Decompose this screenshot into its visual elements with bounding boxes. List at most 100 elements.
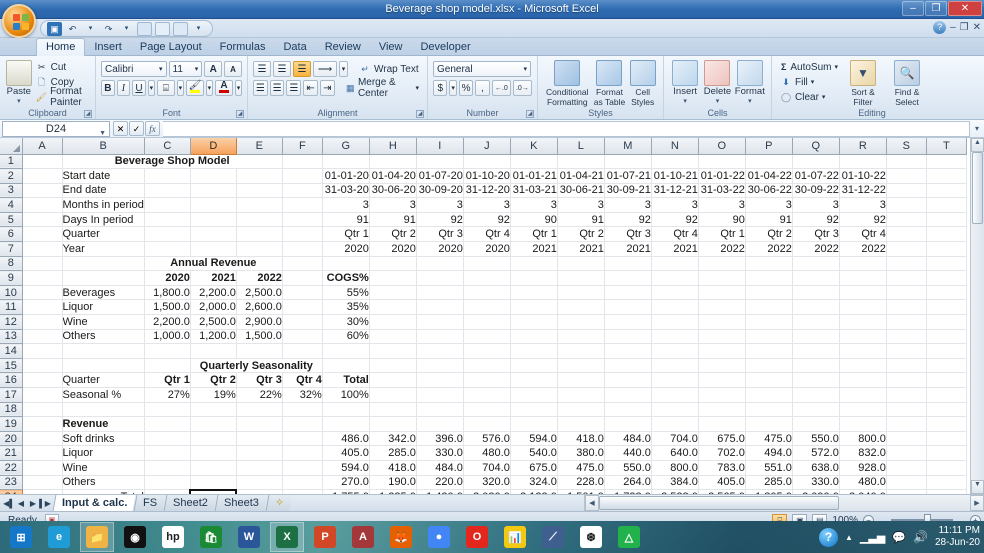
cell-I5[interactable]: 92 (416, 212, 463, 227)
cell-L18[interactable] (557, 402, 604, 417)
cell-F7[interactable] (282, 242, 322, 257)
cell-T23[interactable] (926, 475, 966, 490)
cell-T2[interactable] (926, 169, 966, 184)
cell-J13[interactable] (463, 329, 510, 344)
cell-I4[interactable]: 3 (416, 198, 463, 213)
cell-R17[interactable] (839, 388, 886, 403)
undo-dropdown-icon[interactable]: ▾ (83, 22, 98, 36)
font-dialog-launcher[interactable]: ◢ (236, 110, 244, 118)
cell-B2[interactable]: Start date (62, 169, 144, 184)
wrap-text-button[interactable]: ↵ Wrap Text (356, 62, 422, 76)
cell-L22[interactable]: 475.0 (557, 460, 604, 475)
cell-D14[interactable] (190, 344, 236, 359)
decrease-decimal-icon[interactable]: .0→ (513, 80, 532, 96)
cell-B20[interactable]: Soft drinks (62, 431, 144, 446)
cell-N8[interactable] (651, 256, 698, 271)
expand-formula-bar-icon[interactable]: ▾ (970, 124, 984, 133)
cell-K22[interactable]: 675.0 (510, 460, 557, 475)
cell-R18[interactable] (839, 402, 886, 417)
cell-H18[interactable] (369, 402, 416, 417)
column-header-i[interactable]: I (416, 138, 463, 154)
enter-formula-icon[interactable]: ✓ (129, 121, 144, 136)
taskbar-item-power-bi[interactable]: 📊 (498, 522, 532, 552)
cell-D13[interactable]: 1,200.0 (190, 329, 236, 344)
cell-F9[interactable] (282, 271, 322, 286)
cell-L1[interactable] (557, 154, 604, 169)
insert-cells-button[interactable]: Insert ▾ (669, 58, 701, 105)
cell-K16[interactable] (510, 373, 557, 388)
cell-J16[interactable] (463, 373, 510, 388)
cell-L15[interactable] (557, 358, 604, 373)
cell-M5[interactable]: 92 (604, 212, 651, 227)
cell-H3[interactable]: 30-06-20 (369, 183, 416, 198)
cell-F1[interactable] (282, 154, 322, 169)
horizontal-scrollbar[interactable]: ◀ ▶ (584, 495, 984, 511)
cell-M16[interactable] (604, 373, 651, 388)
cell-H2[interactable]: 01-04-20 (369, 169, 416, 184)
cell-E6[interactable] (236, 227, 282, 242)
ribbon-tab-page-layout[interactable]: Page Layout (131, 39, 211, 57)
cell-A12[interactable] (22, 315, 62, 330)
cell-I11[interactable] (416, 300, 463, 315)
cell-L8[interactable] (557, 256, 604, 271)
cell-L23[interactable]: 228.0 (557, 475, 604, 490)
cell-L14[interactable] (557, 344, 604, 359)
row-header-22[interactable]: 22 (0, 460, 22, 475)
cell-D18[interactable] (190, 402, 236, 417)
align-center-icon[interactable]: ☰ (270, 80, 285, 96)
bold-button[interactable]: B (101, 80, 115, 96)
cell-J6[interactable]: Qtr 4 (463, 227, 510, 242)
cell-H21[interactable]: 285.0 (369, 446, 416, 461)
cell-G20[interactable]: 486.0 (322, 431, 369, 446)
cell-T22[interactable] (926, 460, 966, 475)
cell-Q22[interactable]: 638.0 (792, 460, 839, 475)
cell-F3[interactable] (282, 183, 322, 198)
cell-O19[interactable] (698, 417, 745, 432)
cell-H4[interactable]: 3 (369, 198, 416, 213)
taskbar-item-stata[interactable]: ⟋ (536, 522, 570, 552)
cell-J8[interactable] (463, 256, 510, 271)
cell-B21[interactable]: Liquor (62, 446, 144, 461)
cell-T15[interactable] (926, 358, 966, 373)
cell-A15[interactable] (22, 358, 62, 373)
cell-B23[interactable]: Others (62, 475, 144, 490)
cell-I12[interactable] (416, 315, 463, 330)
cell-C3[interactable] (144, 183, 190, 198)
cell-P1[interactable] (745, 154, 792, 169)
column-header-n[interactable]: N (651, 138, 698, 154)
decrease-indent-icon[interactable]: ⇤ (303, 80, 318, 96)
cell-O4[interactable]: 3 (698, 198, 745, 213)
ribbon-restore-icon[interactable]: ❐ (960, 22, 969, 33)
cell-H14[interactable] (369, 344, 416, 359)
cell-O8[interactable] (698, 256, 745, 271)
fill-button[interactable]: ⬇ Fill ▾ (777, 75, 841, 89)
cell-P5[interactable]: 91 (745, 212, 792, 227)
cell-N14[interactable] (651, 344, 698, 359)
cell-O6[interactable]: Qtr 1 (698, 227, 745, 242)
cell-N18[interactable] (651, 402, 698, 417)
increase-indent-icon[interactable]: ⇥ (320, 80, 335, 96)
cell-B19[interactable]: Revenue (62, 417, 144, 432)
new-sheet-button[interactable]: ✧ (266, 495, 293, 511)
cell-L2[interactable]: 01-04-21 (557, 169, 604, 184)
cell-R11[interactable] (839, 300, 886, 315)
cell-C18[interactable] (144, 402, 190, 417)
horizontal-scroll-thumb[interactable] (599, 496, 839, 510)
cell-B7[interactable]: Year (62, 242, 144, 257)
sheet-tab-sheet3[interactable]: Sheet3 (215, 495, 268, 511)
cell-J5[interactable]: 92 (463, 212, 510, 227)
cell-C15[interactable] (144, 358, 190, 373)
cell-D20[interactable] (190, 431, 236, 446)
cell-C23[interactable] (144, 475, 190, 490)
underline-button[interactable]: U (132, 80, 146, 96)
cell-R6[interactable]: Qtr 4 (839, 227, 886, 242)
cell-Q15[interactable] (792, 358, 839, 373)
cell-O18[interactable] (698, 402, 745, 417)
cell-T16[interactable] (926, 373, 966, 388)
cell-L19[interactable] (557, 417, 604, 432)
cell-N16[interactable] (651, 373, 698, 388)
cell-S21[interactable] (886, 446, 926, 461)
row-header-10[interactable]: 10 (0, 285, 22, 300)
scroll-right-icon[interactable]: ▶ (970, 495, 984, 511)
cell-M23[interactable]: 264.0 (604, 475, 651, 490)
